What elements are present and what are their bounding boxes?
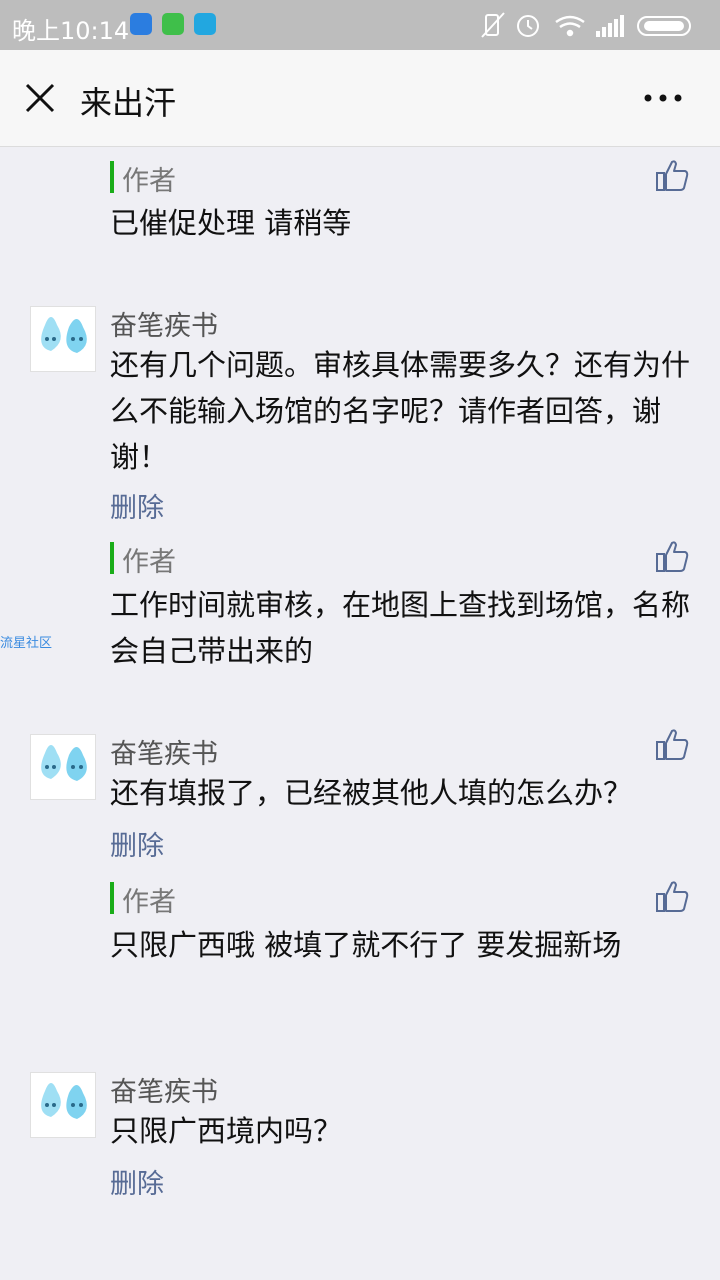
comment-text: 还有填报了，已经被其他人填的怎么办？ (110, 776, 633, 810)
page-title: 来出汗 (80, 84, 177, 122)
shield-app-icon (130, 13, 152, 35)
author-reply-text: 只限广西哦 被填了就不行了 要发掘新场 (110, 928, 622, 962)
like-icon[interactable] (654, 157, 690, 193)
game-app-icon (162, 13, 184, 35)
avatar-image (41, 1083, 87, 1119)
avatar (30, 1072, 96, 1138)
avatar (30, 734, 96, 800)
signal-icon (596, 15, 624, 37)
delete-button[interactable]: 删除 (110, 486, 164, 525)
author-reply-bar (110, 882, 114, 914)
author-label: 作者 (122, 547, 176, 578)
nav-bar: 来出汗 (0, 50, 720, 147)
battery-icon (637, 16, 691, 36)
delete-button[interactable]: 删除 (110, 824, 164, 863)
translate-app-icon (194, 13, 216, 35)
author-label: 作者 (122, 887, 176, 918)
wifi-icon (555, 15, 585, 37)
author-reply-text: 已催促处理 请稍等 (110, 206, 352, 240)
status-time: 晚上10:14 (12, 17, 130, 45)
author-reply-text: 工作时间就审核，在地图上查找到场馆，名称会自己带出来的 (110, 588, 691, 668)
like-icon[interactable] (654, 726, 690, 762)
comment-user-name[interactable]: 奋笔疾书 (110, 732, 218, 771)
comment-user-name[interactable]: 奋笔疾书 (110, 1070, 218, 1109)
vibrate-off-icon (481, 12, 505, 38)
status-indicators (481, 12, 691, 38)
like-icon[interactable] (654, 878, 690, 914)
avatar-image (41, 317, 87, 353)
like-icon[interactable] (654, 538, 690, 574)
comment-text: 只限广西境内吗？ (110, 1114, 343, 1148)
delete-button[interactable]: 删除 (110, 1162, 164, 1201)
more-icon[interactable] (644, 94, 682, 102)
avatar-image (41, 745, 87, 781)
avatar (30, 306, 96, 372)
author-label: 作者 (122, 166, 176, 197)
author-reply-bar (110, 161, 114, 193)
author-reply-bar (110, 542, 114, 574)
status-bar: 晚上10:14 (0, 0, 720, 50)
alarm-icon (517, 15, 539, 37)
comment-text: 还有几个问题。审核具体需要多久？还有为什么不能输入场馆的名字呢？请作者回答，谢谢… (110, 348, 691, 474)
close-icon[interactable] (24, 82, 56, 114)
watermark: 流星社区 (0, 636, 53, 651)
comment-user-name[interactable]: 奋笔疾书 (110, 304, 218, 343)
